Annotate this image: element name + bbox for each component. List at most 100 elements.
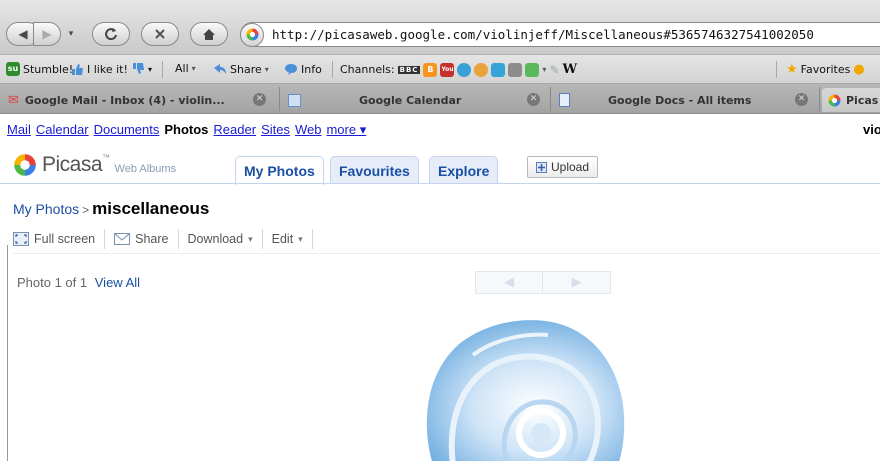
previous-photo-button[interactable]: ◀ xyxy=(475,271,543,294)
logo-wordmark: Picasa™ xyxy=(42,153,110,177)
edit-dropdown[interactable]: Edit ▾ xyxy=(263,232,312,246)
tab-label: Google Calendar xyxy=(359,93,462,107)
bbc-icon[interactable]: BBC xyxy=(397,65,421,74)
channel-icon[interactable] xyxy=(491,62,506,77)
info-button[interactable]: Info xyxy=(284,62,322,76)
channels-group: Channels: BBC B You ▾ ✎ W xyxy=(340,62,577,77)
gbar-link-documents[interactable]: Documents xyxy=(94,122,160,137)
all-label: All xyxy=(175,62,189,75)
spiral-shell-image xyxy=(426,320,625,461)
previous-arrow-icon: ◀ xyxy=(504,275,514,290)
picasa-logo-icon xyxy=(14,154,36,176)
tab-calendar[interactable]: Google Calendar ✕ xyxy=(288,88,550,112)
tab-explore[interactable]: Explore xyxy=(429,156,499,184)
tab-favourites[interactable]: Favourites xyxy=(330,156,419,184)
tab-divider xyxy=(550,87,551,111)
photo-image[interactable] xyxy=(413,315,628,461)
browser-window: ◀ ▶ ▾ http://picasaweb.google.com/violin… xyxy=(0,0,880,461)
gbar-link-mail[interactable]: Mail xyxy=(7,122,31,137)
thumbs-down-icon xyxy=(133,63,144,74)
close-icon xyxy=(155,29,165,39)
photo-counter: Photo 1 of 1 View All xyxy=(17,275,140,290)
tab-picasa[interactable]: Picas xyxy=(822,88,880,112)
gbar-link-calendar[interactable]: Calendar xyxy=(36,122,89,137)
next-arrow-icon: ▶ xyxy=(571,275,582,290)
gmail-icon: ✉ xyxy=(8,92,19,108)
google-bar: Mail Calendar Documents Photos Reader Sites We… xyxy=(7,122,371,138)
home-button[interactable] xyxy=(190,22,228,46)
calendar-icon xyxy=(288,93,301,107)
home-icon xyxy=(203,28,215,40)
share-dropdown[interactable]: Share ▾ xyxy=(212,62,269,76)
edit-label: Edit xyxy=(271,232,294,246)
channels-label: Channels: xyxy=(340,63,395,76)
close-tab-icon[interactable]: ✕ xyxy=(795,93,808,106)
web-page: Mail Calendar Documents Photos Reader Sites We… xyxy=(0,115,880,461)
separator xyxy=(162,61,163,78)
address-bar[interactable]: http://picasaweb.google.com/violinjeff/M… xyxy=(240,22,880,47)
spreadsheet-icon[interactable] xyxy=(525,62,540,77)
stop-button[interactable] xyxy=(141,22,179,46)
share-label: Share xyxy=(230,62,262,76)
info-icon xyxy=(285,64,297,75)
gbar-link-web[interactable]: Web xyxy=(295,122,322,137)
thumbs-down-button[interactable]: ▾ xyxy=(131,62,152,76)
forward-button[interactable]: ▶ xyxy=(33,22,61,46)
tab-docs[interactable]: Google Docs - All items ✕ xyxy=(559,88,821,112)
actions-divider xyxy=(13,253,880,254)
view-all-link[interactable]: View All xyxy=(95,275,140,290)
upload-button[interactable]: Upload xyxy=(527,156,599,178)
all-dropdown[interactable]: All ▾ xyxy=(175,62,196,75)
site-favicon xyxy=(240,22,264,47)
tab-my-photos[interactable]: My Photos xyxy=(235,156,324,185)
reload-button[interactable] xyxy=(92,22,130,46)
content-left-border xyxy=(7,245,8,461)
history-dropdown-button[interactable]: ▾ xyxy=(66,22,76,46)
i-like-it-label: I like it! xyxy=(87,62,128,76)
share-label: Share xyxy=(135,232,169,246)
download-dropdown[interactable]: Download ▾ xyxy=(179,232,262,246)
picasa-icon xyxy=(828,94,841,106)
fullscreen-label: Full screen xyxy=(34,232,96,246)
wikipedia-icon[interactable]: W xyxy=(563,62,578,77)
album-actions: Full screen Share Download ▾ Edit ▾ xyxy=(13,228,313,250)
globe-icon[interactable] xyxy=(457,62,472,77)
tab-label: Picas xyxy=(846,93,879,107)
gbar-current-photos: Photos xyxy=(164,122,209,137)
chevron-down-icon: ▾ xyxy=(542,65,547,74)
pencil-icon[interactable]: ✎ xyxy=(549,63,559,77)
info-label: Info xyxy=(301,62,322,76)
fullscreen-button[interactable]: Full screen xyxy=(13,232,104,246)
favorites-button[interactable]: ★ Favorites ● xyxy=(786,62,865,77)
thumbs-up-icon xyxy=(72,64,83,75)
stumble-button[interactable]: su Stumble! xyxy=(6,62,73,76)
photo-count-text: Photo 1 of 1 xyxy=(17,275,88,290)
youtube-icon[interactable]: You xyxy=(440,62,455,77)
envelope-icon xyxy=(114,233,131,245)
share-button[interactable]: Share xyxy=(105,232,177,246)
close-tab-icon[interactable]: ✕ xyxy=(527,93,540,106)
separator xyxy=(311,229,313,249)
gbar-link-sites[interactable]: Sites xyxy=(261,122,290,137)
gbar-link-more[interactable]: more ▾ xyxy=(326,122,366,137)
reload-icon xyxy=(105,28,117,41)
user-name[interactable]: vio xyxy=(863,122,880,137)
chevron-down-icon: ▾ xyxy=(191,64,196,73)
breadcrumb-my-photos-link[interactable]: My Photos xyxy=(13,201,79,217)
i-like-it-button[interactable]: I like it! xyxy=(70,62,128,76)
picasa-logo[interactable]: Picasa™ Web Albums xyxy=(13,153,176,177)
more-bookmarks-icon: ● xyxy=(853,62,865,77)
header-divider xyxy=(0,183,880,184)
download-label: Download xyxy=(187,232,244,246)
people-icon[interactable] xyxy=(474,62,489,77)
tv-icon[interactable] xyxy=(508,62,523,77)
tab-gmail[interactable]: ✉ Google Mail - Inbox (4) - violin... ✕ xyxy=(8,88,280,112)
url-text[interactable]: http://picasaweb.google.com/violinjeff/M… xyxy=(272,27,814,42)
blogger-icon[interactable]: B xyxy=(423,62,438,77)
gbar-link-reader[interactable]: Reader xyxy=(213,122,256,137)
next-photo-button[interactable]: ▶ xyxy=(543,271,611,294)
fullscreen-icon xyxy=(13,232,29,246)
close-tab-icon[interactable]: ✕ xyxy=(253,93,266,106)
back-arrow-icon: ◀ xyxy=(18,27,28,41)
breadcrumb: My Photos > miscellaneous xyxy=(13,199,209,219)
